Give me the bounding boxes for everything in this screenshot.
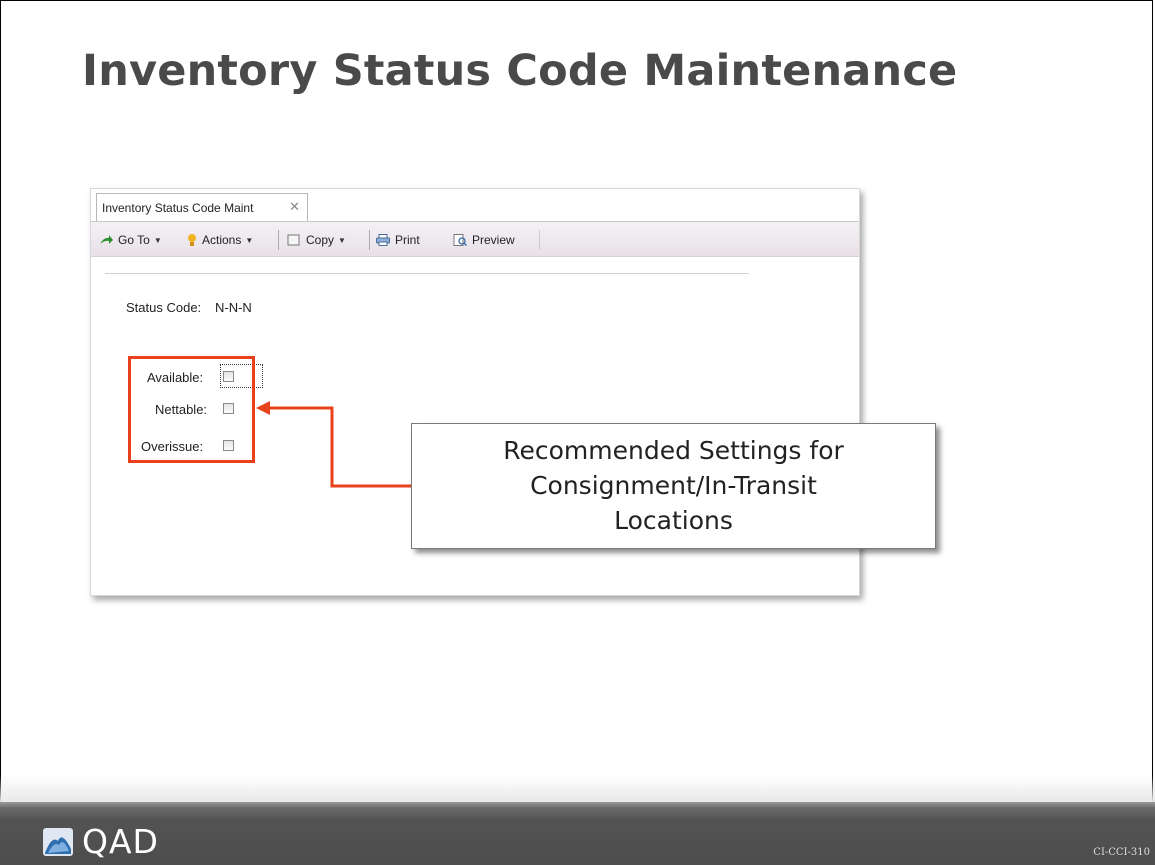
goto-label: Go To [118,233,150,247]
copy-button[interactable]: Copy ▼ [287,232,346,248]
status-code-label: Status Code: [126,300,202,315]
qad-logo-icon [43,827,73,856]
toolbar: Go To ▼ Actions ▼ Copy ▼ Print Preview [91,222,859,257]
tab-strip: Inventory Status Code Maint ✕ [91,189,859,222]
print-button[interactable]: Print [376,232,420,248]
callout-box: Recommended Settings for Consignment/In-… [411,423,936,549]
footer-bar [0,802,1155,865]
highlight-box [128,356,255,463]
printer-icon [376,234,390,246]
tab-label: Inventory Status Code Maint [102,201,254,215]
chevron-down-icon: ▼ [245,235,254,245]
footer-gradient [0,775,1155,803]
slide-title: Inventory Status Code Maintenance [82,46,958,96]
copy-icon [287,234,300,246]
copy-label: Copy [306,233,335,247]
status-code-value: N-N-N [215,300,252,315]
preview-button[interactable]: Preview [453,232,515,248]
slide-code: CI-CCI-310 [1093,847,1150,858]
close-icon[interactable]: ✕ [289,199,300,215]
print-label: Print [395,233,420,247]
actions-label: Actions [202,233,242,247]
toolbar-separator [369,230,370,250]
callout-line: Locations [614,506,733,535]
preview-icon [453,234,467,246]
form-divider [105,273,749,274]
go-arrow-icon [100,235,113,244]
actions-button[interactable]: Actions ▼ [187,232,253,248]
logo-text: QAD [82,822,159,861]
lightbulb-icon [188,234,196,246]
callout-line: Recommended Settings for [503,436,844,465]
goto-button[interactable]: Go To ▼ [99,232,162,248]
qad-logo: QAD [42,822,159,861]
tab-inventory-status-code-maint[interactable]: Inventory Status Code Maint ✕ [96,193,308,221]
preview-label: Preview [472,233,515,247]
chevron-down-icon: ▼ [153,235,162,245]
toolbar-separator [539,230,540,250]
toolbar-separator [278,230,279,250]
callout-line: Consignment/In-Transit [530,471,817,500]
chevron-down-icon: ▼ [338,235,346,245]
